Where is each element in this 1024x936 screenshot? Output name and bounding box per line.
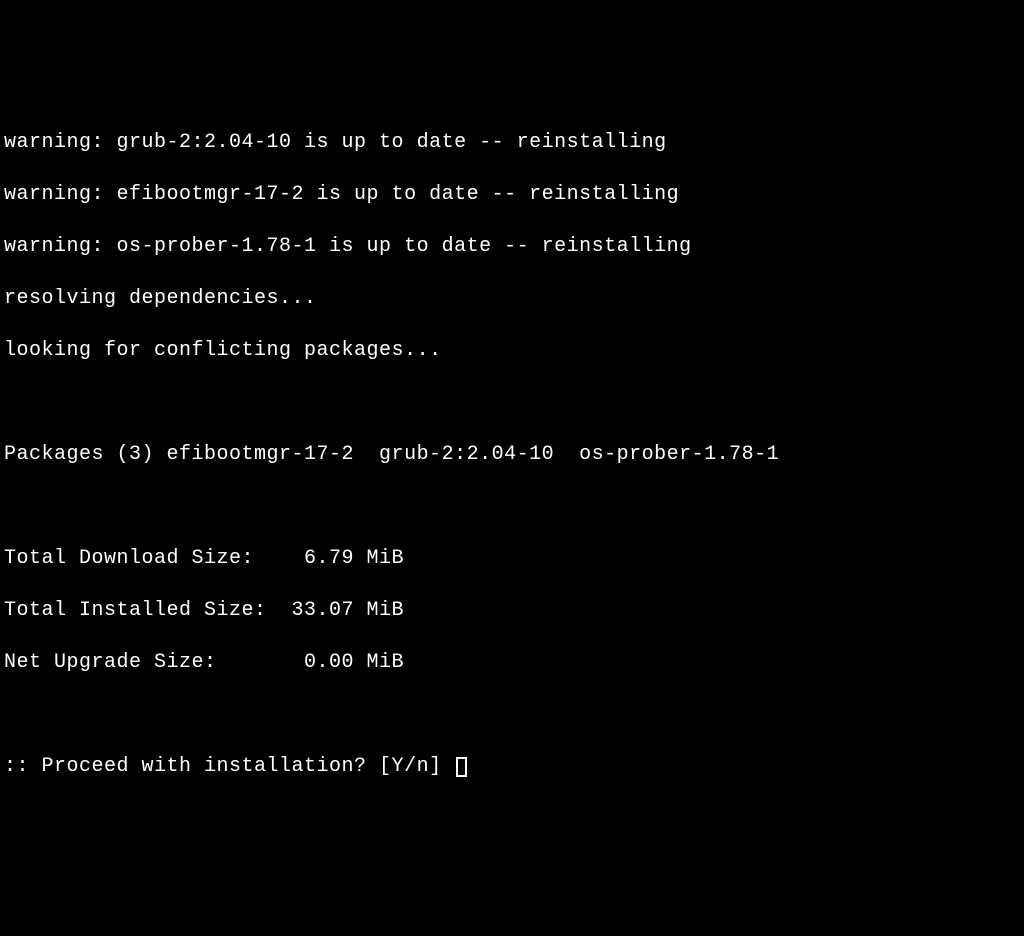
installed-size-line: Total Installed Size: 33.07 MiB: [4, 598, 1020, 624]
cursor-icon: [456, 757, 467, 777]
status-line: looking for conflicting packages...: [4, 338, 1020, 364]
terminal-output[interactable]: warning: grub-2:2.04-10 is up to date --…: [4, 104, 1020, 806]
warning-line: warning: efibootmgr-17-2 is up to date -…: [4, 182, 1020, 208]
install-prompt[interactable]: :: Proceed with installation? [Y/n]: [4, 754, 1020, 780]
warning-line: warning: os-prober-1.78-1 is up to date …: [4, 234, 1020, 260]
blank-line: [4, 494, 1020, 520]
status-line: resolving dependencies...: [4, 286, 1020, 312]
blank-line: [4, 390, 1020, 416]
blank-line: [4, 702, 1020, 728]
prompt-text: :: Proceed with installation? [Y/n]: [4, 754, 454, 780]
packages-line: Packages (3) efibootmgr-17-2 grub-2:2.04…: [4, 442, 1020, 468]
download-size-line: Total Download Size: 6.79 MiB: [4, 546, 1020, 572]
warning-line: warning: grub-2:2.04-10 is up to date --…: [4, 130, 1020, 156]
net-upgrade-size-line: Net Upgrade Size: 0.00 MiB: [4, 650, 1020, 676]
